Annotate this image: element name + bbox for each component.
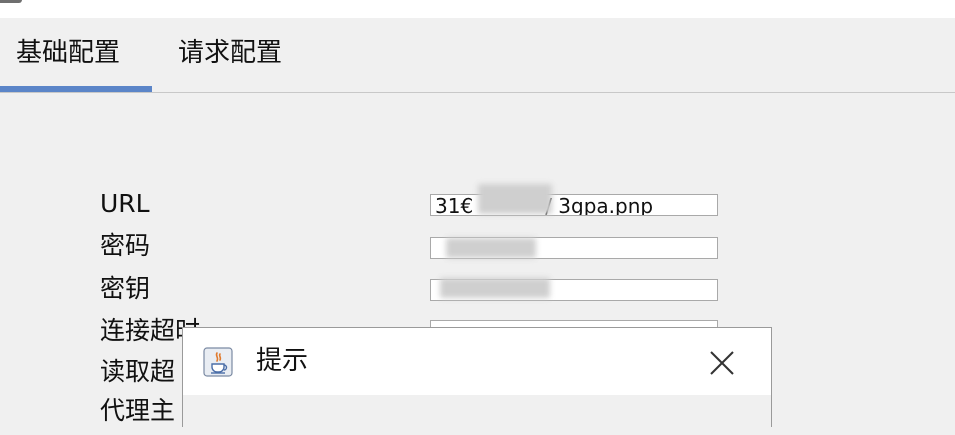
- password-label: 密码: [100, 231, 151, 260]
- url-field[interactable]: 31€ / 3gpa.pnp: [430, 194, 718, 216]
- tab-bar: 基础配置 请求配置: [0, 18, 955, 93]
- dialog-body: [183, 395, 771, 435]
- java-cup-icon: [203, 347, 233, 377]
- url-label: URL: [100, 189, 150, 218]
- dialog-title: 提示: [256, 346, 309, 376]
- url-field-value: 31€: [435, 194, 474, 216]
- tab-request-config[interactable]: 请求配置: [178, 37, 282, 69]
- redaction-blur: [440, 278, 550, 298]
- window-top-strip: [0, 0, 955, 18]
- redaction-blur: [478, 184, 552, 214]
- window-icon: [0, 0, 22, 3]
- url-field-value-tail: / 3gpa.pnp: [545, 194, 654, 216]
- read-timeout-label: 读取超: [100, 357, 176, 386]
- secret-key-label: 密钥: [100, 274, 151, 303]
- alert-dialog: 提示: [182, 327, 772, 435]
- close-icon[interactable]: [705, 346, 739, 380]
- proxy-host-label: 代理主: [100, 396, 176, 425]
- redaction-blur: [446, 238, 536, 258]
- selected-tab-indicator: [0, 86, 152, 92]
- tab-basic-config[interactable]: 基础配置: [16, 37, 120, 69]
